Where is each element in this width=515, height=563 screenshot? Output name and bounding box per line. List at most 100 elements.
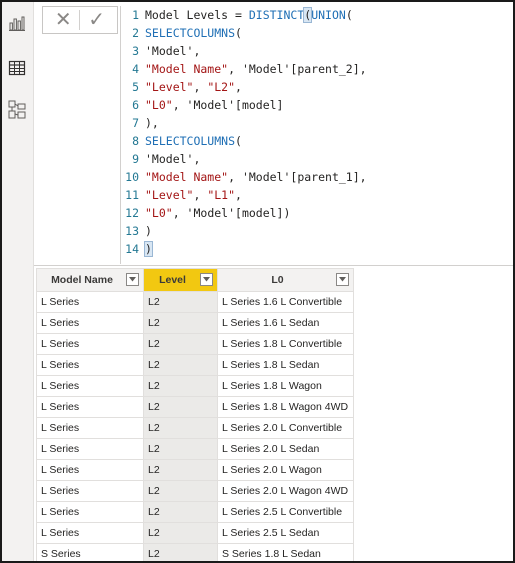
table-cell[interactable]: L2	[143, 333, 218, 355]
table-cell[interactable]: L2	[143, 522, 218, 544]
table-cell[interactable]: L2	[143, 396, 218, 418]
formula-bar: ✕ ✓ 1 Model Levels = DISTINCT(UNION(2 SELE…	[34, 2, 513, 266]
line-number: 11	[125, 188, 139, 202]
table-row[interactable]: L Series L2 L Series 2.0 L Wagon 4WD	[36, 480, 354, 502]
table-cell[interactable]: L Series	[36, 291, 144, 313]
dax-text: ,	[193, 80, 208, 94]
column-header-level[interactable]: Level	[143, 268, 218, 292]
table-row[interactable]: L Series L2 L Series 1.6 L Sedan	[36, 312, 354, 334]
code-line: 14)	[121, 240, 153, 258]
line-number: 5	[132, 80, 139, 94]
table-row[interactable]: S Series L2 S Series 1.8 L Sedan	[36, 543, 354, 561]
table-cell[interactable]: L Series 2.0 L Sedan	[217, 438, 354, 460]
dax-string: "L2"	[207, 80, 236, 94]
table-row[interactable]: L Series L2 L Series 2.0 L Wagon	[36, 459, 354, 481]
table-cell[interactable]: L2	[143, 543, 218, 561]
formula-actions: ✕ ✓	[42, 6, 118, 34]
table-cell[interactable]: L Series 1.8 L Wagon 4WD	[217, 396, 354, 418]
table-cell[interactable]: L Series 1.6 L Sedan	[217, 312, 354, 334]
header-row: Model Name Level L0	[36, 268, 354, 292]
table-cell[interactable]: L Series 2.5 L Sedan	[217, 522, 354, 544]
table-cell[interactable]: L Series 1.6 L Convertible	[217, 291, 354, 313]
line-number: 9	[132, 152, 139, 166]
code-line: 9 'Model',	[121, 150, 200, 168]
table-cell[interactable]: L Series	[36, 438, 144, 460]
table-cell[interactable]: L Series	[36, 396, 144, 418]
code-line: 4 "Model Name", 'Model'[parent_2],	[121, 60, 367, 78]
table-cell[interactable]: L2	[143, 291, 218, 313]
table-row[interactable]: L Series L2 L Series 1.8 L Sedan	[36, 354, 354, 376]
filter-dropdown-button[interactable]	[126, 273, 139, 286]
dax-function: UNION	[311, 8, 346, 22]
code-line: 12 "L0", 'Model'[model])	[121, 204, 290, 222]
filter-dropdown-button[interactable]	[336, 273, 349, 286]
dax-string: "Level"	[145, 188, 194, 202]
table-row[interactable]: L Series L2 L Series 1.8 L Wagon	[36, 375, 354, 397]
table-cell[interactable]: L Series	[36, 312, 144, 334]
table-cell[interactable]: L2	[143, 417, 218, 439]
table-cell[interactable]: L Series 2.0 L Wagon	[217, 459, 354, 481]
report-view-button[interactable]	[5, 11, 29, 35]
data-view-icon	[8, 60, 26, 76]
table-cell[interactable]: L Series	[36, 417, 144, 439]
table-cell[interactable]: L Series	[36, 522, 144, 544]
dax-editor[interactable]: 1 Model Levels = DISTINCT(UNION(2 SELECTCO…	[120, 6, 513, 264]
table-cell[interactable]: L Series	[36, 375, 144, 397]
table-cell[interactable]: L Series 2.0 L Convertible	[217, 417, 354, 439]
code-line: 13)	[121, 222, 152, 240]
table-row[interactable]: L Series L2 L Series 2.5 L Convertible	[36, 501, 354, 523]
table-cell[interactable]: L Series	[36, 459, 144, 481]
table-row[interactable]: L Series L2 L Series 2.0 L Convertible	[36, 417, 354, 439]
table-cell[interactable]: L2	[143, 480, 218, 502]
table-cell[interactable]: L2	[143, 438, 218, 460]
data-view-button[interactable]	[5, 56, 29, 80]
line-number: 14	[125, 242, 139, 256]
table-cell[interactable]: L Series 1.8 L Sedan	[217, 354, 354, 376]
app-window: ✕ ✓ 1 Model Levels = DISTINCT(UNION(2 SELE…	[0, 0, 515, 563]
chevron-down-icon	[339, 277, 346, 282]
table-cell[interactable]: L Series	[36, 480, 144, 502]
table-row[interactable]: L Series L2 L Series 1.8 L Wagon 4WD	[36, 396, 354, 418]
line-number: 1	[132, 8, 139, 22]
table-cell[interactable]: L2	[143, 354, 218, 376]
filter-dropdown-button[interactable]	[200, 273, 213, 286]
table-row[interactable]: L Series L2 L Series 2.5 L Sedan	[36, 522, 354, 544]
table-cell[interactable]: L2	[143, 501, 218, 523]
table-cell[interactable]: L2	[143, 312, 218, 334]
table-row[interactable]: L Series L2 L Series 1.6 L Convertible	[36, 291, 354, 313]
dax-text: , 'Model'[parent_1],	[228, 170, 367, 184]
table-cell[interactable]: S Series 1.8 L Sedan	[217, 543, 354, 561]
dax-text: (	[235, 134, 242, 148]
line-number: 6	[132, 98, 139, 112]
commit-icon[interactable]: ✓	[88, 10, 105, 30]
view-rail	[2, 2, 34, 561]
table-cell[interactable]: L2	[143, 459, 218, 481]
code-line: 10 "Model Name", 'Model'[parent_1],	[121, 168, 367, 186]
dax-function: DISTINCT	[248, 8, 305, 22]
table-cell[interactable]: S Series	[36, 543, 144, 561]
code-line: 6 "L0", 'Model'[model]	[121, 96, 283, 114]
table-cell[interactable]: L Series	[36, 354, 144, 376]
table-cell[interactable]: L Series 2.0 L Wagon 4WD	[217, 480, 354, 502]
table-cell[interactable]: L Series	[36, 333, 144, 355]
table-row[interactable]: L Series L2 L Series 2.0 L Sedan	[36, 438, 354, 460]
table-cell[interactable]: L Series 2.5 L Convertible	[217, 501, 354, 523]
dax-text: )	[144, 241, 153, 257]
dax-text: ,	[235, 188, 242, 202]
column-header-l0[interactable]: L0	[217, 268, 354, 292]
model-view-button[interactable]	[5, 98, 29, 122]
table-row[interactable]: L Series L2 L Series 1.8 L Convertible	[36, 333, 354, 355]
line-number: 3	[132, 44, 139, 58]
dax-text: Model Levels =	[145, 8, 249, 22]
cancel-icon[interactable]: ✕	[55, 10, 72, 30]
dax-string: "Level"	[145, 80, 194, 94]
line-number: 13	[125, 224, 139, 238]
line-number: 7	[132, 116, 139, 130]
table-cell[interactable]: L Series 1.8 L Wagon	[217, 375, 354, 397]
table-cell[interactable]: L Series 1.8 L Convertible	[217, 333, 354, 355]
table-cell[interactable]: L Series	[36, 501, 144, 523]
divider	[79, 10, 81, 30]
dax-function: SELECTCOLUMNS	[145, 26, 236, 40]
table-cell[interactable]: L2	[143, 375, 218, 397]
column-header-model-name[interactable]: Model Name	[36, 268, 144, 292]
